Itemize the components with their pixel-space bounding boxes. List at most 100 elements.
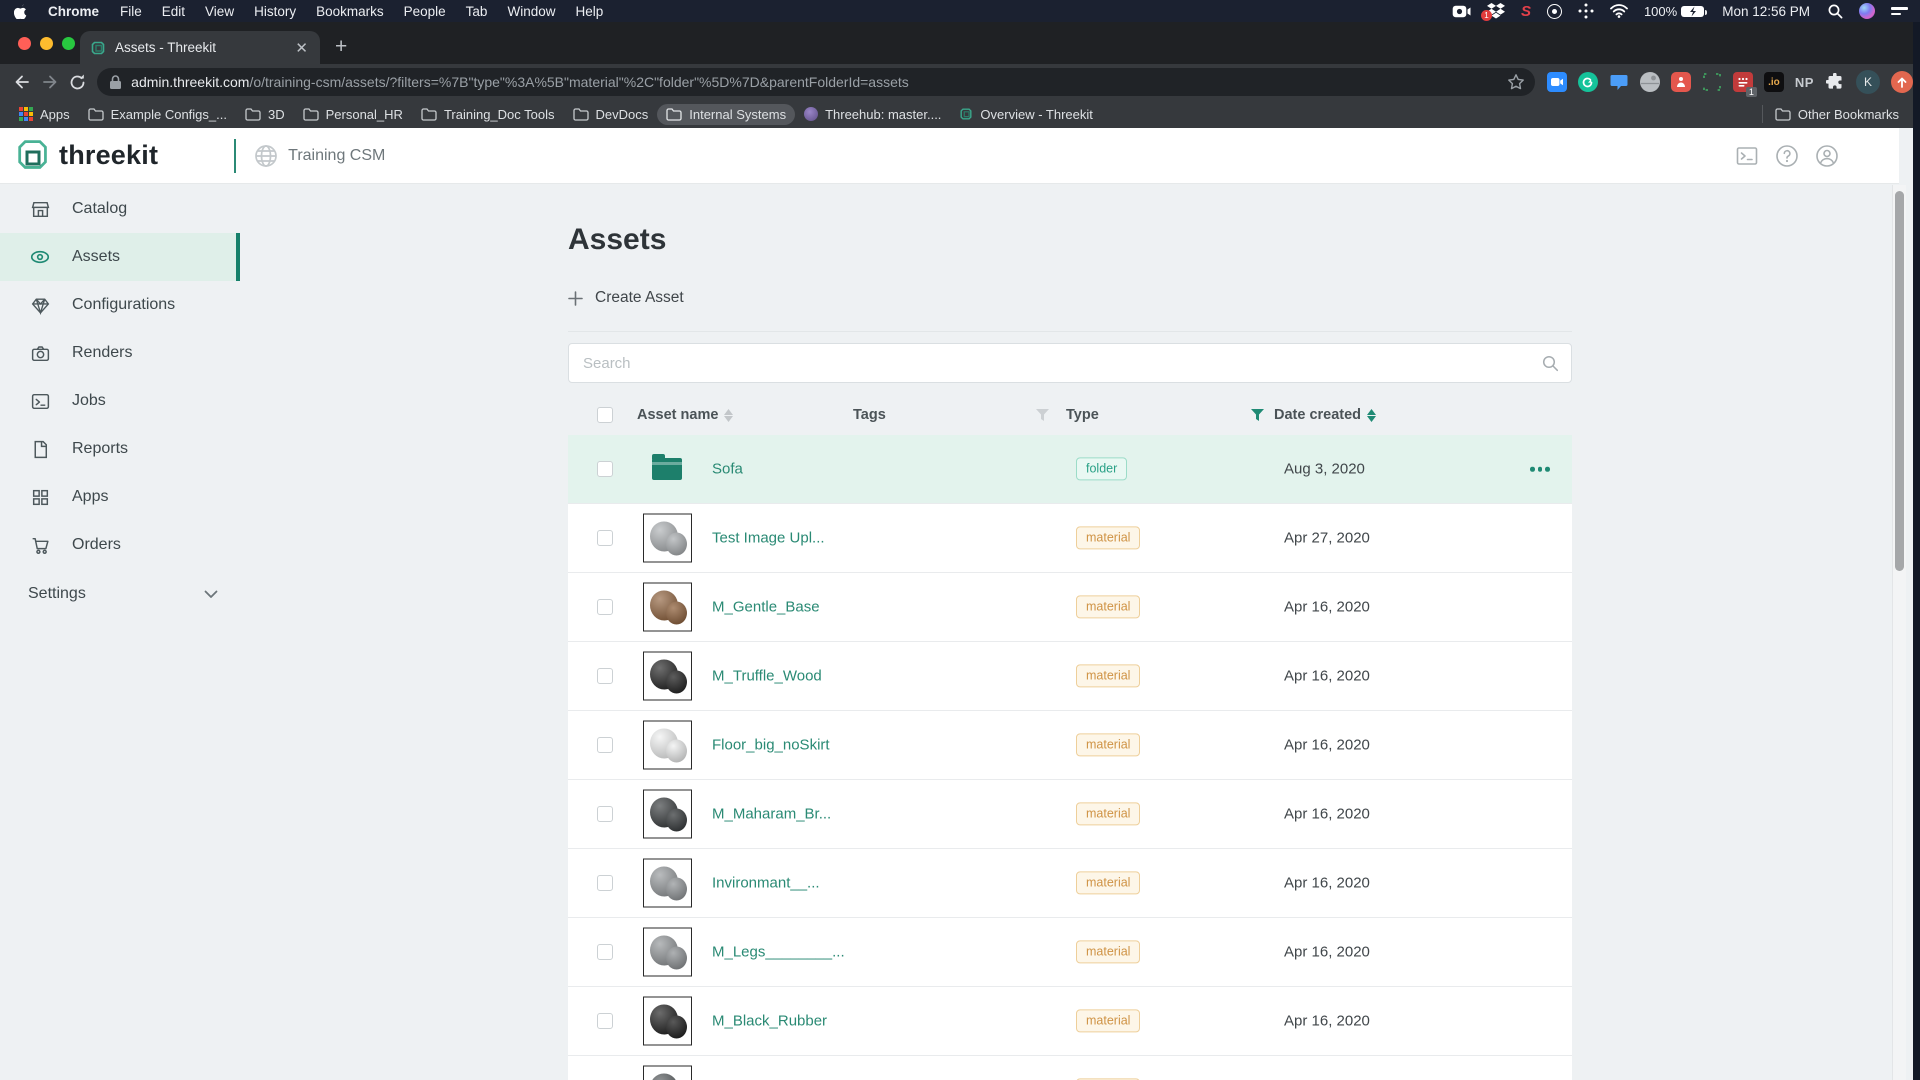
bookmark-folder-3d[interactable]: 3D (236, 104, 294, 125)
table-row[interactable]: Sofa folder Aug 3, 2020 (568, 435, 1572, 504)
asset-name-link[interactable]: M_Gentle_Base (712, 599, 820, 616)
spotlight-search-icon[interactable] (1820, 0, 1851, 22)
chrome-update-icon[interactable] (1891, 71, 1913, 93)
maximize-window-button[interactable] (62, 37, 75, 50)
siri-icon[interactable] (1851, 0, 1883, 22)
dropbox-icon[interactable]: 1 (1479, 0, 1513, 22)
bookmark-folder-devdocs[interactable]: DevDocs (564, 104, 658, 125)
row-checkbox[interactable] (597, 530, 613, 546)
menubar-clock[interactable]: Mon 12:56 PM (1712, 4, 1820, 19)
menu-tab[interactable]: Tab (456, 4, 498, 19)
sidebar-item-jobs[interactable]: Jobs (0, 377, 240, 425)
create-asset-button[interactable]: Create Asset (568, 289, 1572, 307)
bookmark-apps[interactable]: Apps (10, 104, 79, 125)
table-row[interactable]: M_Legs________... material Apr 16, 2020 (568, 918, 1572, 987)
np-extension-icon[interactable]: NP (1795, 75, 1814, 90)
profile-avatar[interactable]: K (1856, 70, 1880, 94)
bookmark-folder-personal-hr[interactable]: Personal_HR (294, 104, 412, 125)
address-bar[interactable]: admin.threekit.com/o/training-csm/assets… (97, 68, 1535, 96)
sidebar-item-reports[interactable]: Reports (0, 425, 240, 473)
close-window-button[interactable] (18, 37, 31, 50)
zoom-extension-icon[interactable] (1547, 72, 1567, 92)
table-row[interactable]: Test Image Upl... material Apr 27, 2020 (568, 504, 1572, 573)
other-bookmarks[interactable]: Other Bookmarks (1762, 105, 1913, 123)
window-controls[interactable] (18, 37, 75, 50)
notification-center-icon[interactable] (1883, 0, 1920, 22)
row-checkbox[interactable] (597, 944, 613, 960)
row-checkbox[interactable] (597, 875, 613, 891)
bookmark-folder-example-configs[interactable]: Example Configs_... (79, 104, 236, 125)
bookmark-overview-threekit[interactable]: Overview - Threekit (950, 104, 1101, 125)
menu-window[interactable]: Window (497, 4, 565, 19)
sidebar-item-assets[interactable]: Assets (0, 233, 240, 281)
forward-button[interactable] (36, 72, 64, 92)
shield-extension-icon[interactable] (1671, 72, 1691, 92)
bookmark-threehub[interactable]: Threehub: master.... (795, 104, 950, 125)
row-checkbox[interactable] (597, 806, 613, 822)
menu-view[interactable]: View (195, 4, 244, 19)
table-row[interactable]: M_Gentle_Base material Apr 16, 2020 (568, 573, 1572, 642)
sort-icon[interactable] (724, 409, 733, 422)
sidebar-item-configurations[interactable]: Configurations (0, 281, 240, 329)
bookmark-star-icon[interactable] (1507, 73, 1525, 91)
menu-bookmarks[interactable]: Bookmarks (306, 4, 394, 19)
chat-bubble-extension-icon[interactable] (1609, 72, 1629, 92)
help-icon[interactable] (1775, 144, 1799, 168)
back-button[interactable] (8, 72, 36, 92)
asset-name-link[interactable]: M_Maharam_Br... (712, 806, 831, 823)
row-menu-icon[interactable] (1530, 467, 1550, 472)
row-checkbox[interactable] (597, 737, 613, 753)
grammarly-extension-icon[interactable] (1578, 72, 1598, 92)
column-asset-name[interactable]: Asset name (637, 407, 733, 423)
row-checkbox[interactable] (597, 668, 613, 684)
apple-menu-icon[interactable] (14, 4, 27, 19)
deathstar-extension-icon[interactable] (1640, 72, 1660, 92)
screen-share-icon[interactable] (1444, 0, 1479, 22)
scrollbar-thumb[interactable] (1895, 191, 1904, 571)
menubar-app-name[interactable]: Chrome (37, 4, 110, 19)
sidebar-item-orders[interactable]: Orders (0, 521, 240, 569)
table-row[interactable]: Floor_big_noSkirt material Apr 16, 2020 (568, 711, 1572, 780)
asset-name-link[interactable]: Invironmant__... (712, 875, 820, 892)
table-row[interactable]: M_Truffle_Wood material Apr 16, 2020 (568, 642, 1572, 711)
account-icon[interactable] (1815, 144, 1839, 168)
asset-name-link[interactable]: Floor_big_noSkirt (712, 737, 830, 754)
search-input[interactable] (583, 355, 1542, 372)
org-switcher[interactable]: Training CSM (254, 144, 385, 168)
screenshot-extension-icon[interactable] (1702, 72, 1722, 92)
io-extension-icon[interactable]: .io (1764, 72, 1784, 92)
row-checkbox[interactable] (597, 1013, 613, 1029)
threekit-logo[interactable]: threekit (16, 138, 158, 174)
asset-name-link[interactable]: M_Legs________... (712, 944, 845, 961)
sidebar-item-settings[interactable]: Settings (0, 570, 240, 618)
menu-people[interactable]: People (394, 4, 456, 19)
select-all-checkbox[interactable] (597, 407, 613, 423)
page-scrollbar[interactable] (1892, 185, 1906, 1080)
menu-file[interactable]: File (110, 4, 152, 19)
asset-name-link[interactable]: M_Black_Rubber (712, 1013, 827, 1030)
bookmark-folder-internal-systems[interactable]: Internal Systems (657, 104, 795, 125)
minimize-window-button[interactable] (40, 37, 53, 50)
asset-name-link[interactable]: M_Truffle_Wood (712, 668, 822, 685)
row-checkbox[interactable] (597, 461, 613, 477)
reload-button[interactable] (63, 73, 91, 92)
table-row[interactable]: M_Maharam_Br... material Apr 16, 2020 (568, 780, 1572, 849)
sidebar-item-catalog[interactable]: Catalog (0, 185, 240, 233)
new-tab-button[interactable]: + (335, 36, 347, 57)
console-icon[interactable] (1735, 144, 1759, 168)
menu-help[interactable]: Help (565, 4, 613, 19)
wifi-icon[interactable] (1602, 0, 1636, 22)
adblock-extension-icon[interactable]: 1 (1733, 72, 1753, 92)
record-icon[interactable] (1539, 0, 1570, 22)
sidebar-item-renders[interactable]: Renders (0, 329, 240, 377)
bookmark-folder-training-doc-tools[interactable]: Training_Doc Tools (412, 104, 564, 125)
row-checkbox[interactable] (597, 599, 613, 615)
menu-edit[interactable]: Edit (152, 4, 195, 19)
sidebar-item-apps[interactable]: Apps (0, 473, 240, 521)
browser-tab[interactable]: Assets - Threekit ✕ (80, 31, 320, 64)
type-filter-icon[interactable] (1251, 409, 1264, 421)
asset-name-link[interactable]: Sofa (712, 461, 743, 478)
sketch-icon[interactable]: S (1513, 0, 1539, 22)
menu-history[interactable]: History (244, 4, 306, 19)
column-date-created[interactable]: Date created (1274, 407, 1376, 423)
